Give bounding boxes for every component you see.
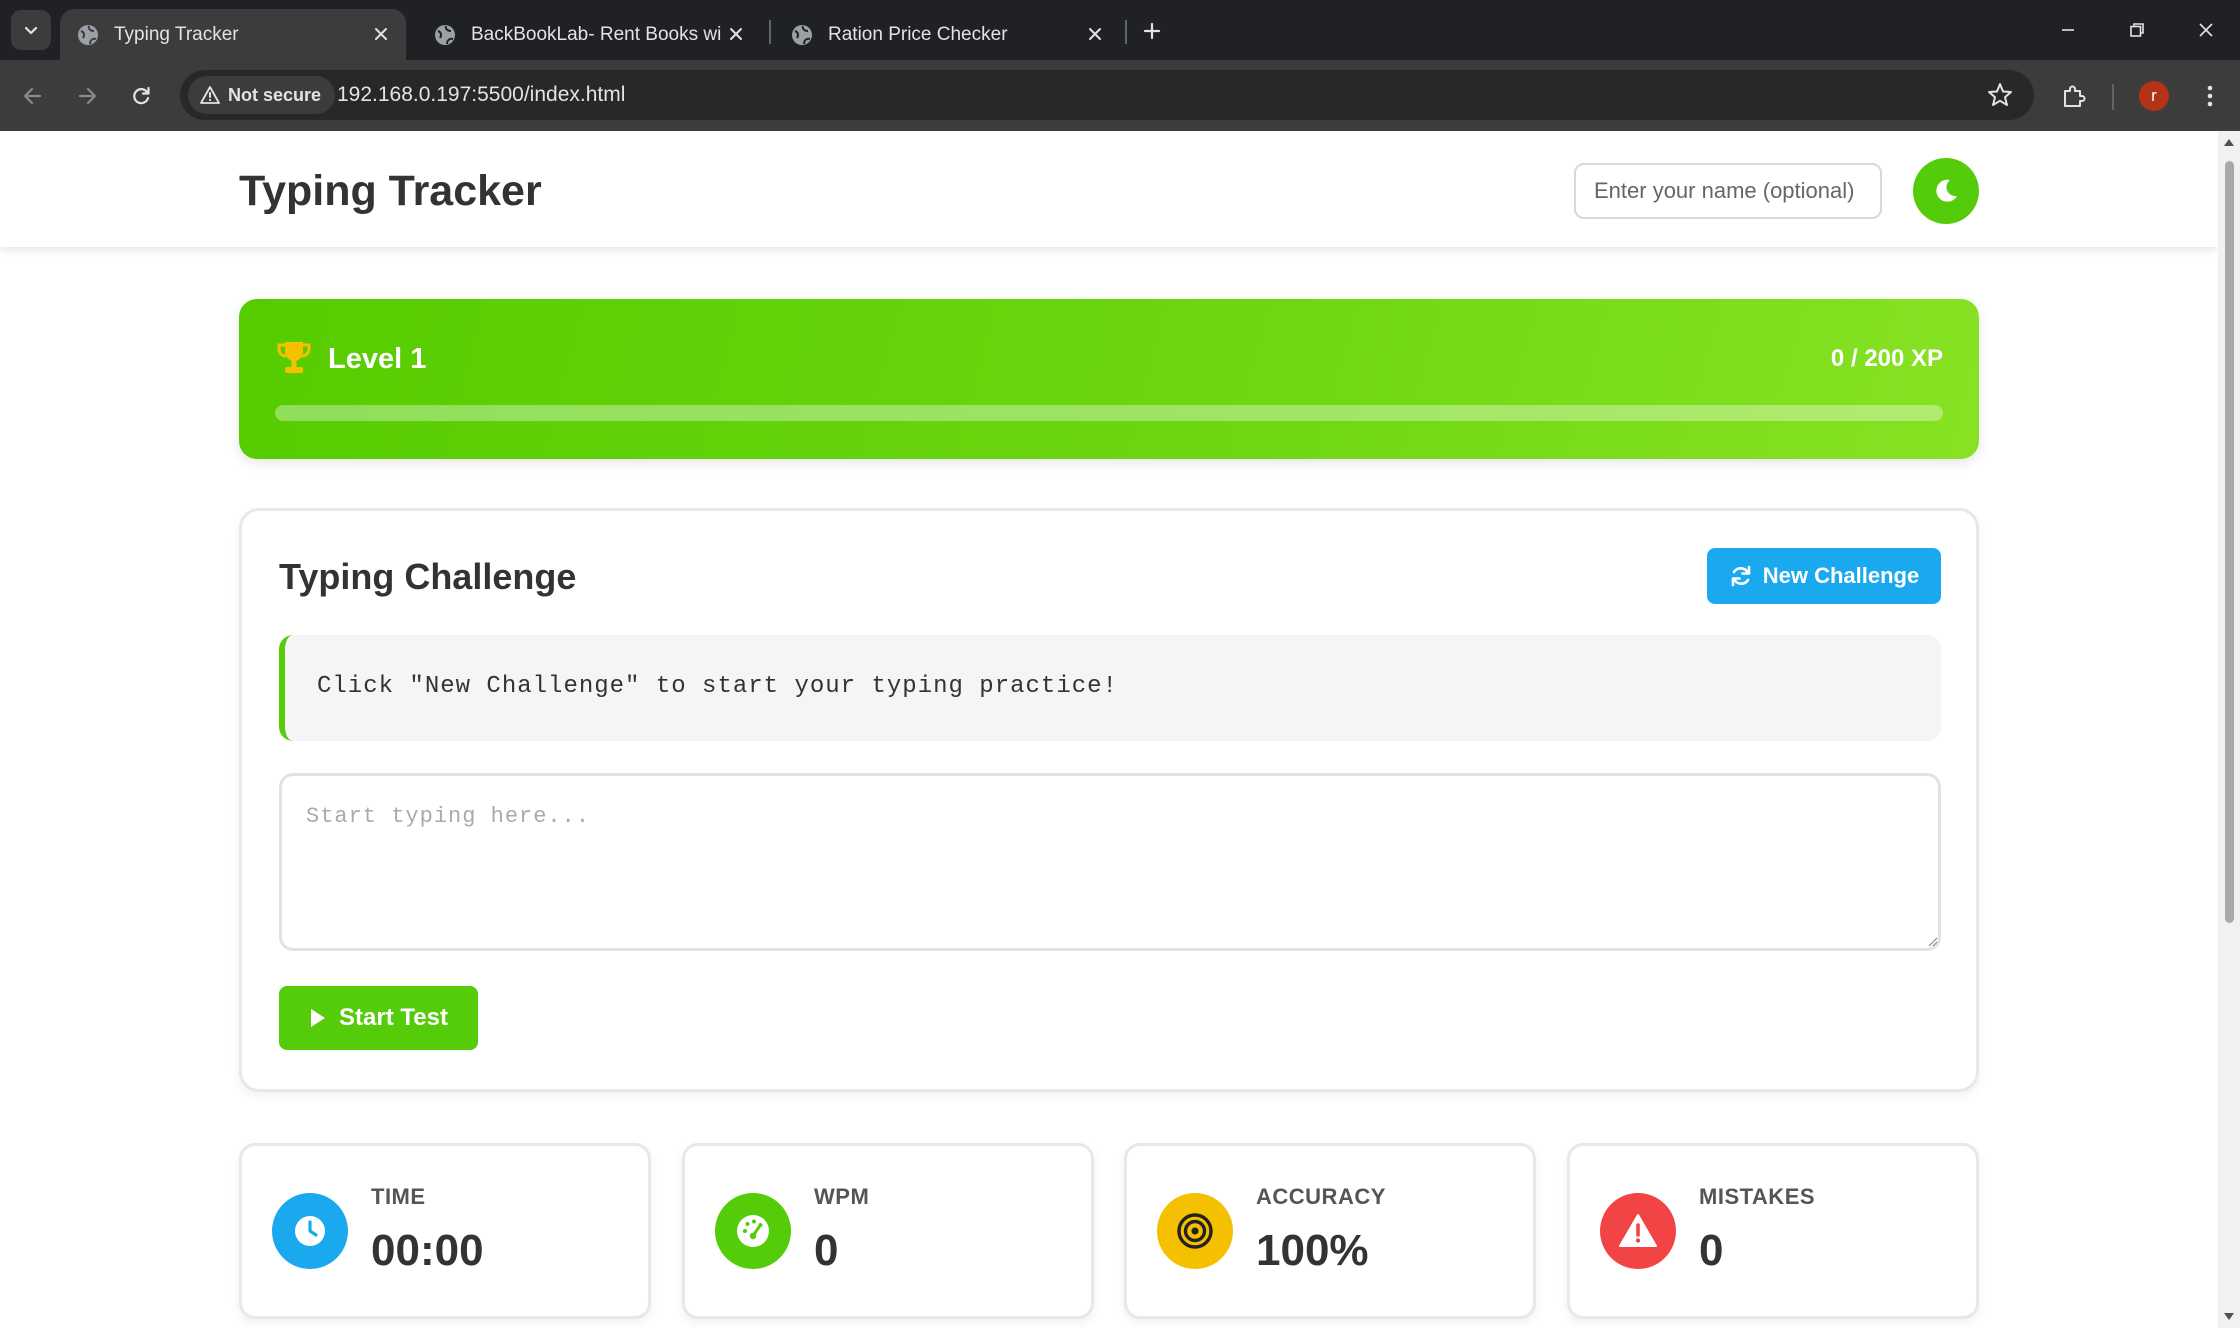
browser-menu-button[interactable] (2190, 76, 2230, 116)
reload-button[interactable] (121, 76, 161, 116)
new-challenge-button[interactable]: New Challenge (1707, 548, 1941, 604)
warning-triangle-icon (200, 86, 220, 104)
typing-challenge-card: Typing Challenge New Challenge Click "Ne… (239, 508, 1979, 1092)
globe-icon (790, 23, 814, 47)
close-window-button[interactable] (2186, 12, 2226, 48)
close-tab-icon[interactable] (370, 23, 392, 45)
puzzle-icon (2064, 85, 2086, 107)
moon-icon (1936, 179, 1957, 202)
restore-button[interactable] (2117, 12, 2157, 48)
address-bar[interactable]: Not secure 192.168.0.197:5500/index.html (180, 70, 2034, 120)
stat-label: MISTAKES (1699, 1184, 1816, 1209)
new-tab-button[interactable] (1135, 14, 1169, 48)
resize-grip-icon[interactable] (1926, 935, 1938, 947)
site-info-button[interactable]: Not secure (188, 76, 336, 114)
clock-icon (272, 1193, 348, 1269)
back-button[interactable] (13, 76, 53, 116)
browser-toolbar: Not secure 192.168.0.197:5500/index.html… (0, 60, 2240, 131)
chevron-down-icon (24, 26, 38, 35)
reload-icon (133, 86, 150, 105)
star-icon (1988, 83, 2012, 106)
stat-value: 00:00 (371, 1226, 484, 1275)
arrow-left-icon (23, 87, 42, 105)
page-viewport: Typing Tracker Level 1 0 / 200 XP Typing… (0, 131, 2218, 1328)
browser-tab-bar: Typing Tracker BackBookLab- Rent Books w… (0, 0, 2240, 60)
plus-icon (1143, 22, 1161, 40)
stat-card-wpm: WPM 0 (682, 1143, 1094, 1319)
security-label: Not secure (228, 84, 322, 105)
browser-tab-typing-tracker[interactable]: Typing Tracker (60, 9, 406, 60)
level-card: Level 1 0 / 200 XP (239, 299, 1979, 459)
browser-tab-backbooklab[interactable]: BackBookLab- Rent Books with (417, 9, 761, 60)
play-icon (311, 1009, 326, 1027)
stat-card-time: TIME 00:00 (239, 1143, 651, 1319)
speedometer-icon (715, 1193, 791, 1269)
typing-input[interactable] (279, 773, 1941, 951)
browser-tab-ration-price-checker[interactable]: Ration Price Checker (774, 9, 1120, 60)
stat-label: WPM (814, 1184, 870, 1209)
forward-button[interactable] (67, 76, 107, 116)
challenge-prompt-box: Click "New Challenge" to start your typi… (279, 635, 1941, 741)
globe-icon (433, 23, 457, 47)
tab-title: BackBookLab- Rent Books with (471, 23, 721, 45)
bookmark-button[interactable] (1986, 81, 2014, 109)
page-scrollbar[interactable] (2218, 131, 2240, 1328)
start-test-button[interactable]: Start Test (279, 986, 478, 1050)
stat-value: 100% (1256, 1226, 1369, 1275)
tab-title: Ration Price Checker (828, 23, 1008, 45)
scroll-down-arrow-icon[interactable] (2222, 1310, 2236, 1324)
stat-card-accuracy: ACCURACY 100% (1124, 1143, 1536, 1319)
xp-counter: 0 / 200 XP (1830, 345, 1943, 372)
tab-separator (1125, 20, 1127, 44)
minimize-button[interactable] (2048, 12, 2088, 48)
warning-icon (1600, 1193, 1676, 1269)
scroll-up-arrow-icon[interactable] (2222, 135, 2236, 149)
globe-icon (76, 23, 100, 47)
theme-toggle-button[interactable] (1913, 158, 1979, 224)
restore-icon (2130, 23, 2144, 37)
tab-search-button[interactable] (11, 10, 51, 50)
profile-avatar[interactable]: r (2139, 81, 2169, 111)
name-input[interactable] (1574, 163, 1882, 219)
refresh-icon (1731, 565, 1751, 587)
stat-value: 0 (814, 1226, 839, 1275)
toolbar-divider (2112, 84, 2114, 110)
challenge-prompt-text: Click "New Challenge" to start your typi… (317, 673, 1118, 700)
target-icon (1157, 1193, 1233, 1269)
arrow-right-icon (78, 87, 97, 105)
stat-card-mistakes: MISTAKES 0 (1567, 1143, 1979, 1319)
new-challenge-label: New Challenge (1762, 563, 1920, 588)
close-icon (2199, 23, 2213, 37)
start-test-label: Start Test (339, 1004, 448, 1031)
minimize-icon (2062, 29, 2074, 31)
stat-value: 0 (1699, 1226, 1724, 1275)
stat-label: ACCURACY (1256, 1184, 1386, 1209)
scrollbar-thumb[interactable] (2225, 161, 2234, 923)
stat-label: TIME (371, 1184, 426, 1209)
extensions-button[interactable] (2054, 76, 2094, 116)
more-vertical-icon (2207, 85, 2213, 107)
trophy-icon (274, 338, 314, 378)
site-header: Typing Tracker (0, 131, 2218, 247)
close-tab-icon[interactable] (1084, 23, 1106, 45)
tab-title: Typing Tracker (114, 23, 239, 45)
url-text[interactable]: 192.168.0.197:5500/index.html (337, 83, 625, 107)
page-title: Typing Tracker (239, 167, 542, 215)
challenge-title: Typing Challenge (279, 556, 577, 597)
close-tab-icon[interactable] (725, 23, 747, 45)
xp-progress-bar (275, 405, 1943, 421)
level-label: Level 1 (328, 343, 427, 375)
tab-separator (769, 20, 771, 44)
